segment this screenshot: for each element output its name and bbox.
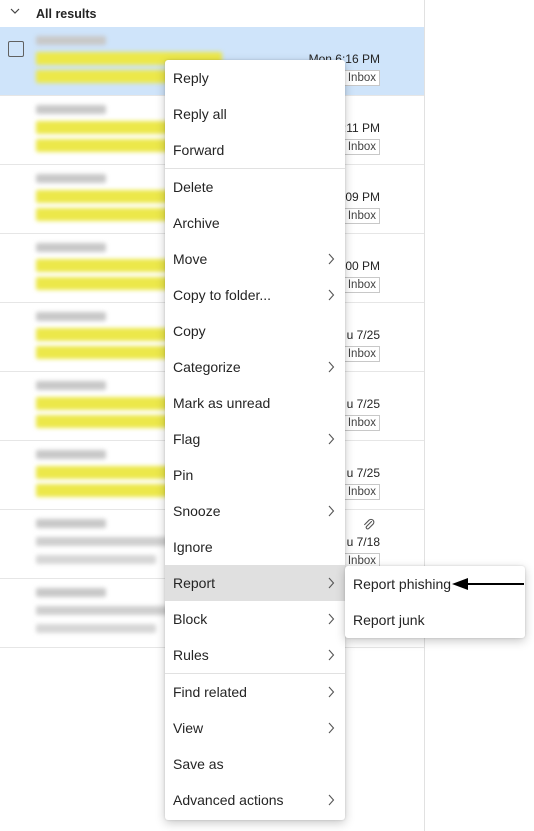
message-time: u 7/25 — [346, 328, 380, 342]
menu-item-report[interactable]: Report — [165, 565, 345, 601]
chevron-right-icon — [328, 253, 335, 265]
outlook-search-results-view: All results Mon 6:16 PM Inbox:11 PM Inbox:… — [0, 0, 534, 831]
chevron-right-icon — [328, 577, 335, 589]
redacted-sender — [36, 174, 106, 183]
menu-item-label: Reply — [173, 70, 209, 86]
menu-item-copy-to-folder[interactable]: Copy to folder... — [165, 277, 345, 313]
menu-item-label: Archive — [173, 215, 220, 231]
redacted-sender — [36, 312, 106, 321]
menu-item-label: Pin — [173, 467, 194, 483]
folder-tag: Inbox — [343, 415, 380, 431]
message-time: u 7/18 — [346, 535, 380, 549]
menu-item-label: Report — [173, 575, 216, 591]
message-time: :00 PM — [341, 259, 380, 273]
chevron-right-icon — [328, 505, 335, 517]
redacted-sender — [36, 588, 106, 597]
annotation-arrow-icon — [452, 578, 524, 590]
menu-item-label: Copy — [173, 323, 206, 339]
submenu-item-report-junk[interactable]: Report junk — [345, 602, 525, 638]
chevron-right-icon — [328, 794, 335, 806]
menu-item-rules[interactable]: Rules — [165, 637, 345, 673]
menu-item-label: Flag — [173, 431, 201, 447]
menu-item-copy[interactable]: Copy — [165, 313, 345, 349]
menu-item-snooze[interactable]: Snooze — [165, 493, 345, 529]
folder-tag: Inbox — [343, 484, 380, 500]
redacted-sender — [36, 243, 106, 252]
context-menu: Reply Reply all Forward Delete Archive Move Co… — [165, 60, 345, 820]
menu-item-view[interactable]: View — [165, 710, 345, 746]
redacted-sender — [36, 36, 106, 45]
menu-item-move[interactable]: Move — [165, 241, 345, 277]
menu-item-label: Save as — [173, 756, 224, 772]
chevron-right-icon — [328, 613, 335, 625]
message-time: u 7/25 — [346, 397, 380, 411]
message-time: u 7/25 — [346, 466, 380, 480]
menu-item-delete[interactable]: Delete — [165, 169, 345, 205]
menu-item-flag[interactable]: Flag — [165, 421, 345, 457]
folder-tag: Inbox — [343, 346, 380, 362]
menu-item-advanced-actions[interactable]: Advanced actions — [165, 782, 345, 818]
chevron-right-icon — [328, 433, 335, 445]
select-checkbox[interactable] — [8, 41, 24, 57]
menu-item-find-related[interactable]: Find related — [165, 674, 345, 710]
menu-item-categorize[interactable]: Categorize — [165, 349, 345, 385]
message-time: :11 PM — [342, 121, 380, 135]
menu-item-block[interactable]: Block — [165, 601, 345, 637]
menu-item-label: Mark as unread — [173, 395, 271, 411]
redacted-sender — [36, 381, 106, 390]
redacted-subject — [36, 606, 186, 615]
redacted-preview — [36, 555, 156, 564]
menu-item-label: Copy to folder... — [173, 287, 272, 303]
paperclip-icon — [364, 518, 375, 530]
folder-tag: Inbox — [343, 70, 380, 86]
menu-item-label: Categorize — [173, 359, 241, 375]
redacted-subject — [36, 537, 186, 546]
menu-item-label: Advanced actions — [173, 792, 284, 808]
folder-tag: Inbox — [343, 139, 380, 155]
menu-item-pin[interactable]: Pin — [165, 457, 345, 493]
menu-item-reply[interactable]: Reply — [165, 60, 345, 96]
menu-item-save-as[interactable]: Save as — [165, 746, 345, 782]
group-header-label: All results — [36, 6, 97, 21]
folder-tag: Inbox — [343, 277, 380, 293]
menu-item-label: Delete — [173, 179, 214, 195]
chevron-right-icon — [328, 686, 335, 698]
menu-item-archive[interactable]: Archive — [165, 205, 345, 241]
chevron-down-icon[interactable] — [10, 7, 24, 18]
menu-item-label: Ignore — [173, 539, 213, 555]
menu-item-mark-as-unread[interactable]: Mark as unread — [165, 385, 345, 421]
menu-item-label: View — [173, 720, 204, 736]
menu-item-ignore[interactable]: Ignore — [165, 529, 345, 565]
menu-item-label: Move — [173, 251, 208, 267]
redacted-sender — [36, 519, 106, 528]
chevron-right-icon — [328, 649, 335, 661]
menu-item-label: Forward — [173, 142, 225, 158]
results-group-header[interactable]: All results — [0, 0, 424, 27]
folder-tag: Inbox — [343, 208, 380, 224]
menu-item-label: Reply all — [173, 106, 227, 122]
menu-item-label: Rules — [173, 647, 209, 663]
menu-item-forward[interactable]: Forward — [165, 132, 345, 168]
redacted-sender — [36, 105, 106, 114]
message-time: :09 PM — [341, 190, 380, 204]
chevron-right-icon — [328, 289, 335, 301]
menu-item-label: Block — [173, 611, 208, 627]
redacted-sender — [36, 450, 106, 459]
menu-item-label: Find related — [173, 684, 247, 700]
menu-item-reply-all[interactable]: Reply all — [165, 96, 345, 132]
chevron-right-icon — [328, 361, 335, 373]
chevron-right-icon — [328, 722, 335, 734]
menu-item-label: Snooze — [173, 503, 221, 519]
redacted-preview — [36, 624, 156, 633]
